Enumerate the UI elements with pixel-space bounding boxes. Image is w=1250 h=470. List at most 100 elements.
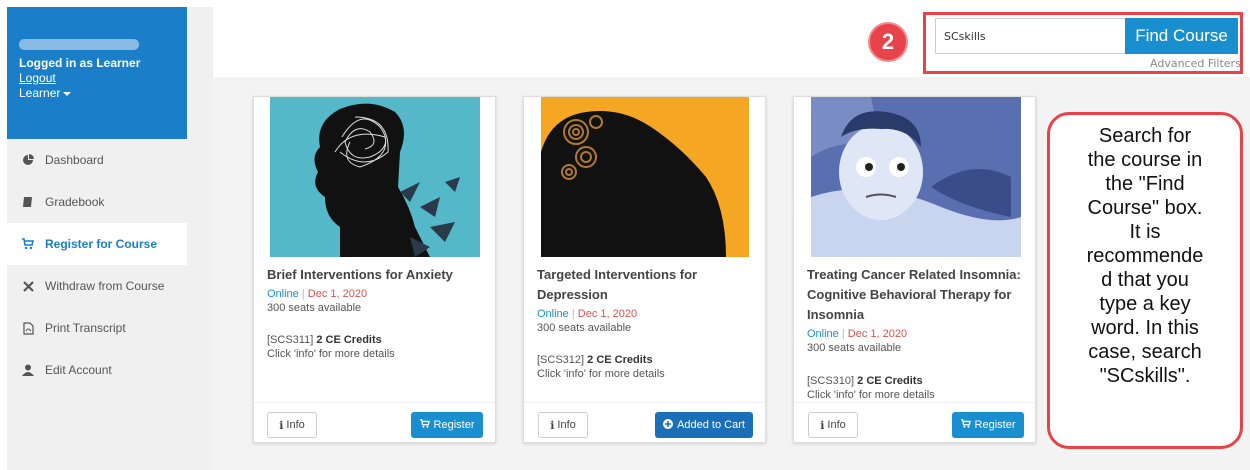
callout-line: the course in bbox=[1087, 149, 1203, 171]
details-hint: Click 'info' for more details bbox=[267, 348, 395, 360]
sidebar-item-label: Register for Course bbox=[45, 237, 158, 251]
sidebar-item-label: Gradebook bbox=[45, 195, 105, 209]
callout-line: the "Find bbox=[1105, 173, 1185, 195]
profile-panel: Logged in as Learner Logout Learner bbox=[7, 7, 187, 139]
callout-line: case, search bbox=[1088, 341, 1202, 363]
course-title: Brief Interventions for Anxiety bbox=[267, 267, 453, 282]
callout-line: d that you bbox=[1101, 269, 1189, 291]
info-icon: ℹ bbox=[550, 419, 555, 432]
info-icon: ℹ bbox=[820, 419, 825, 432]
sidebar-item-edit-account[interactable]: Edit Account bbox=[7, 349, 187, 391]
callout-line: word. In this bbox=[1091, 317, 1199, 339]
callout-line: Search for bbox=[1098, 125, 1192, 147]
sidebar-item-register-for-course[interactable]: Register for Course bbox=[7, 223, 187, 265]
meta-separator: | bbox=[571, 308, 575, 320]
pie-chart-icon bbox=[22, 154, 34, 166]
advanced-filters-link[interactable]: Advanced Filters bbox=[1150, 57, 1241, 70]
course-title: Targeted Interventions for Depression bbox=[537, 267, 698, 302]
course-card: Treating Cancer Related Insomnia: Cognit… bbox=[793, 96, 1036, 443]
card-divider bbox=[254, 402, 495, 403]
course-image-insomnia bbox=[811, 97, 1021, 257]
seats-available: 300 seats available bbox=[537, 322, 632, 334]
credit-count: 2 CE Credits bbox=[587, 354, 653, 366]
blurred-username bbox=[19, 39, 139, 50]
credit-count: 2 CE Credits bbox=[857, 375, 923, 387]
delivery-mode: Online bbox=[807, 328, 839, 340]
plus-circle-icon bbox=[663, 418, 674, 432]
details-hint: Click 'info' for more details bbox=[807, 389, 935, 401]
callout-line: Course" box. bbox=[1087, 197, 1203, 219]
delivery-mode: Online bbox=[267, 288, 299, 300]
added-to-cart-button[interactable]: Added to Cart bbox=[655, 412, 753, 438]
meta-separator: | bbox=[301, 288, 305, 300]
instruction-callout: Search for the course in the "Find Cours… bbox=[1047, 112, 1243, 449]
course-meta: Online | Dec 1, 2020 300 seats available bbox=[807, 327, 907, 355]
sidebar-item-label: Edit Account bbox=[45, 363, 112, 377]
cart-icon bbox=[960, 419, 971, 431]
course-card: Brief Interventions for Anxiety Online |… bbox=[253, 96, 496, 443]
course-title: Treating Cancer Related Insomnia: Cognit… bbox=[807, 267, 1021, 322]
callout-line: "SCskills". bbox=[1099, 365, 1191, 387]
find-course-button[interactable]: Find Course bbox=[1125, 18, 1238, 54]
course-code: [SCS312] bbox=[537, 354, 585, 366]
register-label: Register bbox=[974, 419, 1016, 431]
close-icon bbox=[22, 280, 34, 292]
details-hint: Click 'info' for more details bbox=[537, 368, 665, 380]
sidebar-item-dashboard[interactable]: Dashboard bbox=[7, 139, 187, 181]
sidebar-nav: Dashboard Gradebook Register for Course … bbox=[7, 139, 187, 391]
course-credits: [SCS311] 2 CE Credits Click 'info' for m… bbox=[267, 333, 395, 361]
card-divider bbox=[794, 402, 1035, 403]
info-label: Info bbox=[286, 419, 305, 431]
cart-label: Added to Cart bbox=[677, 419, 745, 431]
user-icon bbox=[22, 364, 34, 376]
course-card: Targeted Interventions for Depression On… bbox=[523, 96, 766, 443]
step-number-badge: 2 bbox=[870, 24, 906, 60]
info-icon: ℹ bbox=[279, 419, 284, 432]
info-button[interactable]: ℹ Info bbox=[808, 412, 858, 438]
course-meta: Online | Dec 1, 2020 300 seats available bbox=[537, 307, 637, 335]
card-divider bbox=[524, 402, 765, 403]
caret-down-icon bbox=[63, 91, 72, 96]
book-icon bbox=[22, 196, 34, 208]
sidebar-item-label: Print Transcript bbox=[45, 321, 126, 335]
cart-icon bbox=[419, 419, 430, 431]
sidebar-item-print-transcript[interactable]: Print Transcript bbox=[7, 307, 187, 349]
callout-line: type a key bbox=[1099, 293, 1191, 315]
info-button[interactable]: ℹ Info bbox=[267, 412, 317, 438]
info-label: Info bbox=[557, 419, 576, 431]
sidebar-item-withdraw-from-course[interactable]: Withdraw from Course bbox=[7, 265, 187, 307]
sidebar-item-label: Withdraw from Course bbox=[45, 279, 165, 293]
callout-line: It is bbox=[1129, 221, 1161, 243]
sidebar-item-gradebook[interactable]: Gradebook bbox=[7, 181, 187, 223]
course-date: Dec 1, 2020 bbox=[577, 308, 638, 320]
register-label: Register bbox=[433, 419, 475, 431]
course-code: [SCS311] bbox=[267, 334, 314, 346]
course-image-anxiety bbox=[270, 97, 480, 257]
pdf-icon bbox=[22, 321, 34, 335]
gutter bbox=[187, 7, 213, 470]
delivery-mode: Online bbox=[537, 308, 569, 320]
course-meta: Online | Dec 1, 2020 300 seats available bbox=[267, 287, 367, 315]
course-date: Dec 1, 2020 bbox=[307, 288, 368, 300]
seats-available: 300 seats available bbox=[807, 342, 902, 354]
sidebar: Logged in as Learner Logout Learner Dash… bbox=[7, 7, 187, 470]
find-course-input[interactable]: SCskills bbox=[935, 18, 1126, 54]
register-button[interactable]: Register bbox=[411, 412, 483, 438]
info-button[interactable]: ℹ Info bbox=[538, 412, 588, 438]
seats-available: 300 seats available bbox=[267, 302, 362, 314]
info-label: Info bbox=[827, 419, 846, 431]
sidebar-item-label: Dashboard bbox=[45, 153, 104, 167]
logout-link[interactable]: Logout bbox=[19, 71, 175, 86]
course-credits: [SCS310] 2 CE Credits Click 'info' for m… bbox=[807, 374, 935, 402]
course-date: Dec 1, 2020 bbox=[847, 328, 908, 340]
course-image-depression bbox=[541, 97, 749, 257]
cart-icon bbox=[22, 238, 34, 250]
course-code: [SCS310] bbox=[807, 375, 855, 387]
course-credits: [SCS312] 2 CE Credits Click 'info' for m… bbox=[537, 353, 665, 381]
callout-line: recommende bbox=[1086, 245, 1204, 267]
role-dropdown[interactable]: Learner bbox=[19, 86, 175, 101]
logged-in-text: Logged in as Learner bbox=[19, 56, 141, 70]
role-label: Learner bbox=[19, 86, 61, 100]
meta-separator: | bbox=[841, 328, 845, 340]
register-button[interactable]: Register bbox=[952, 412, 1024, 438]
